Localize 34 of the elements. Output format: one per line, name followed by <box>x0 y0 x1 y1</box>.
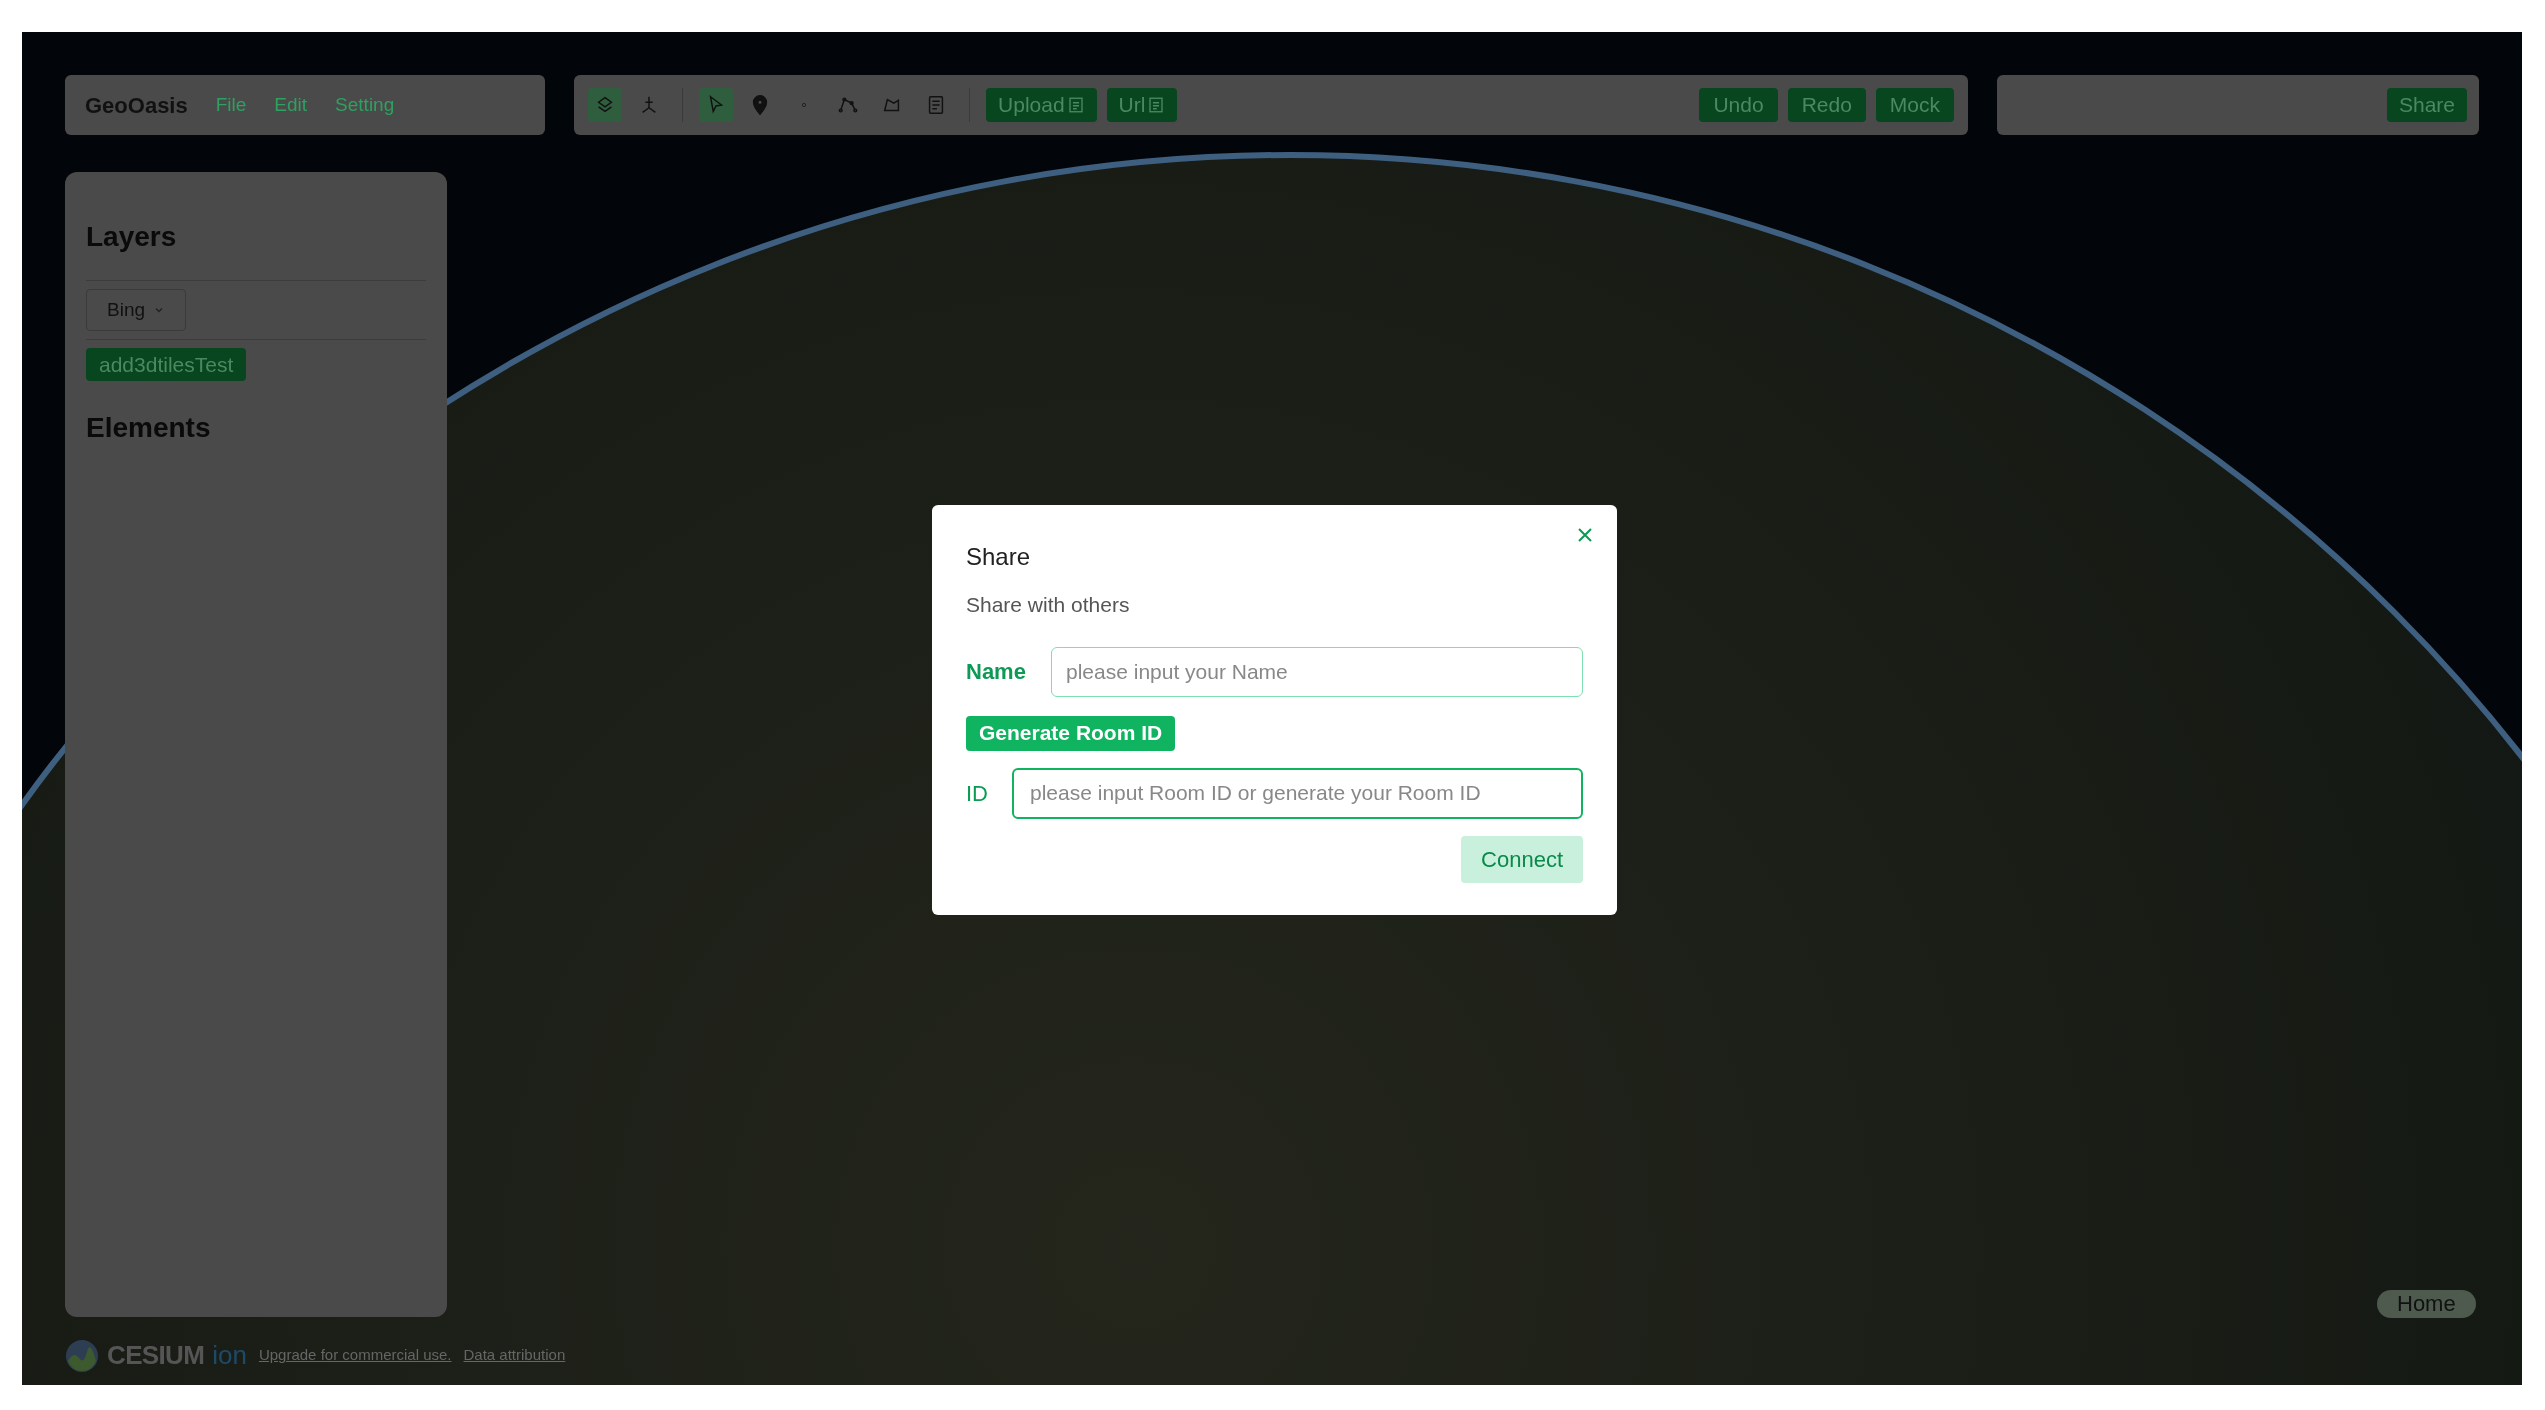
file-icon <box>1147 96 1166 114</box>
credit-link[interactable]: Upgrade for commercial use. <box>258 1344 452 1367</box>
close-icon[interactable] <box>1577 527 1593 543</box>
toolbar-button[interactable]: Redo <box>1787 88 1866 122</box>
toolbar-button[interactable]: Mock <box>1875 88 1954 122</box>
globe-logo-icon <box>65 1338 99 1373</box>
basemap-select[interactable]: Bing <box>86 289 187 331</box>
tool-button[interactable] <box>699 88 734 122</box>
file-icon <box>1066 96 1085 114</box>
toolbar-button[interactable]: Url <box>1106 88 1178 122</box>
room-id-input-field[interactable]: please input Room ID or generate your Room ID <box>1012 767 1583 819</box>
menu-item[interactable]: File <box>215 90 247 120</box>
generate-room-id-button[interactable]: Generate Room ID <box>966 715 1176 751</box>
dialog-title: Share <box>966 542 1032 572</box>
menu-item[interactable]: Edit <box>274 90 308 120</box>
tool-button[interactable] <box>588 88 623 122</box>
section-title: Layers <box>86 220 178 254</box>
name-input-field[interactable]: please input your Name <box>1051 646 1583 697</box>
field-label: ID <box>966 779 989 808</box>
toolbar-button[interactable]: Upload <box>986 88 1097 122</box>
app-name: GeoOasis <box>85 91 188 120</box>
connect-button[interactable]: Connect <box>1461 835 1583 883</box>
menu-item[interactable]: Setting <box>335 90 395 120</box>
polyline-icon <box>837 94 860 116</box>
share-button[interactable]: Share <box>2386 88 2467 122</box>
section-title: Elements <box>86 411 212 445</box>
field-label: Name <box>966 658 1027 686</box>
toolbar-button[interactable]: Undo <box>1699 88 1778 122</box>
dialog-subtitle: Share with others <box>966 592 1131 618</box>
home-button[interactable]: Home <box>2377 1290 2476 1318</box>
credit-link[interactable]: Data attribution <box>463 1344 566 1367</box>
layer-tag[interactable]: add3dtilesTest <box>86 348 247 381</box>
logo-suffix: ion <box>212 1339 247 1372</box>
logo-text: CESIUM <box>107 1339 205 1372</box>
